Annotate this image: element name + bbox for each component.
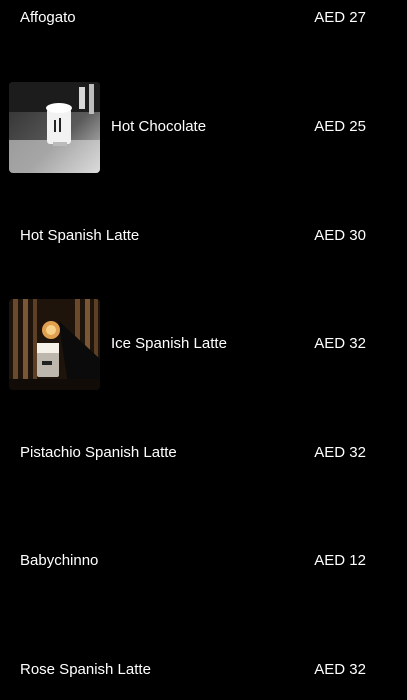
menu-item-name: Rose Spanish Latte [20,661,151,678]
menu-item-hot-chocolate[interactable]: Hot Chocolate AED 25 [0,73,407,181]
menu-item-affogato[interactable]: Affogato AED 27 [0,0,407,72]
menu-item-name: Babychinno [20,552,99,569]
menu-item-name: Ice Spanish Latte [111,335,227,352]
menu-item-rose-spanish-latte[interactable]: Rose Spanish Latte AED 32 [0,616,407,700]
menu-list: Affogato AED 27 Hot Chocolate AED 25 Hot… [0,0,407,700]
menu-item-price: AED 27 [314,9,366,26]
menu-item-hot-spanish-latte[interactable]: Hot Spanish Latte AED 30 [0,182,407,290]
menu-item-name: Hot Chocolate [111,118,207,135]
menu-item-name: Pistachio Spanish Latte [20,444,177,461]
menu-item-name: Hot Spanish Latte [20,227,140,244]
menu-item-pistachio-spanish-latte[interactable]: Pistachio Spanish Latte AED 32 [0,399,407,507]
menu-item-price: AED 32 [314,444,366,461]
menu-item-price: AED 32 [314,661,366,678]
menu-item-ice-spanish-latte[interactable]: Ice Spanish Latte AED 32 [0,290,407,398]
menu-item-price: AED 12 [314,552,366,569]
hot-chocolate-photo [9,82,100,173]
menu-item-name: Affogato [20,9,76,26]
menu-item-price: AED 30 [314,227,366,244]
menu-item-price: AED 32 [314,335,366,352]
menu-item-babychinno[interactable]: Babychinno AED 12 [0,507,407,615]
menu-item-price: AED 25 [314,118,366,135]
ice-spanish-latte-photo [9,299,100,390]
